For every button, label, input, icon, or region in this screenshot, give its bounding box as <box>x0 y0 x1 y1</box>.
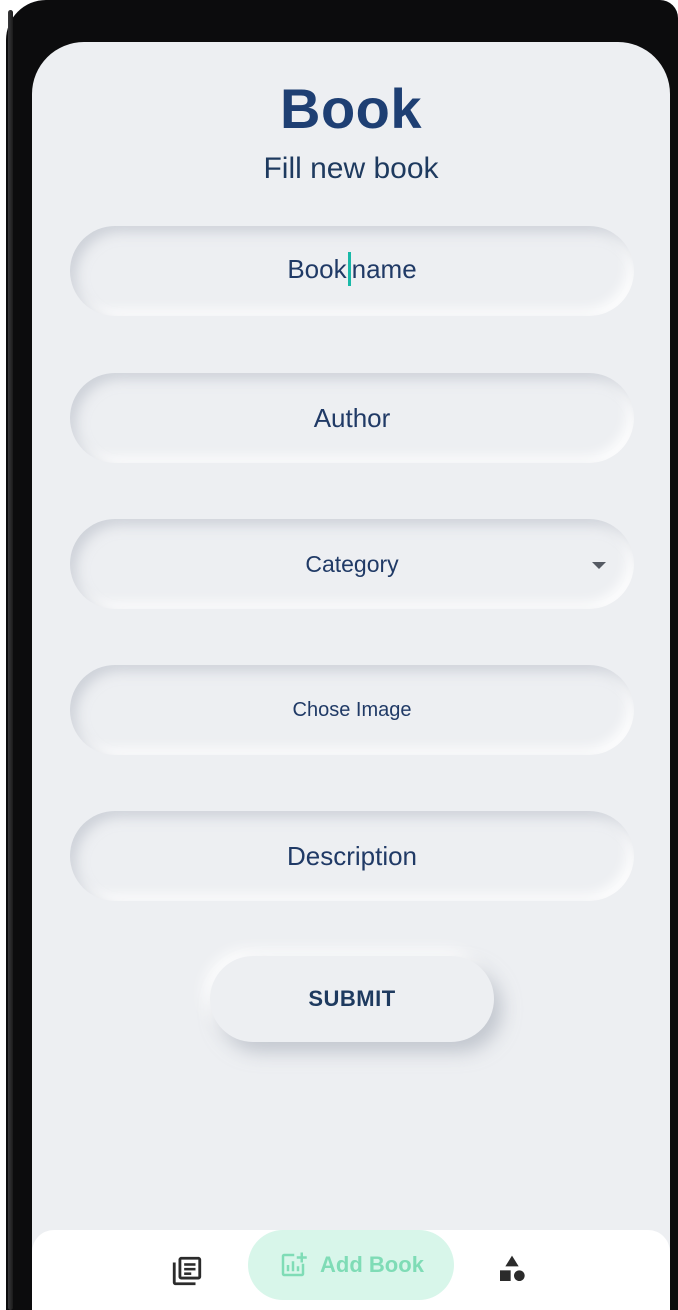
author-input[interactable]: Author <box>70 373 634 463</box>
description-input[interactable]: Description <box>70 811 634 901</box>
choose-image-button[interactable]: Chose Image <box>70 665 634 755</box>
phone-frame: Book Fill new book Book name Author Categ… <box>0 0 678 1310</box>
category-placeholder: Category <box>305 550 399 577</box>
library-books-icon[interactable] <box>170 1254 204 1288</box>
description-placeholder: Description <box>286 840 418 871</box>
category-select[interactable]: Category <box>70 519 634 609</box>
add-chart-icon <box>281 1252 307 1277</box>
nav-add-book[interactable]: Add Book <box>248 1230 454 1300</box>
category-shapes-icon[interactable] <box>496 1252 528 1286</box>
chevron-down-icon <box>592 562 606 569</box>
bottom-nav: Add Book <box>32 1230 670 1310</box>
choose-image-label: Chose Image <box>292 698 412 721</box>
page-title: Book <box>280 77 422 140</box>
nav-add-book-label: Add Book <box>320 1252 424 1277</box>
text-cursor <box>347 252 351 287</box>
phone-edge-highlight <box>8 10 13 1310</box>
author-placeholder: Author <box>313 402 391 433</box>
page-subtitle: Fill new book <box>263 152 439 185</box>
app-screen: Book Fill new book Book name Author Categ… <box>32 42 670 1310</box>
submit-button[interactable]: SUBMIT <box>210 956 494 1042</box>
book-name-value: Book name <box>287 252 417 288</box>
book-name-input[interactable]: Book name <box>70 226 634 316</box>
